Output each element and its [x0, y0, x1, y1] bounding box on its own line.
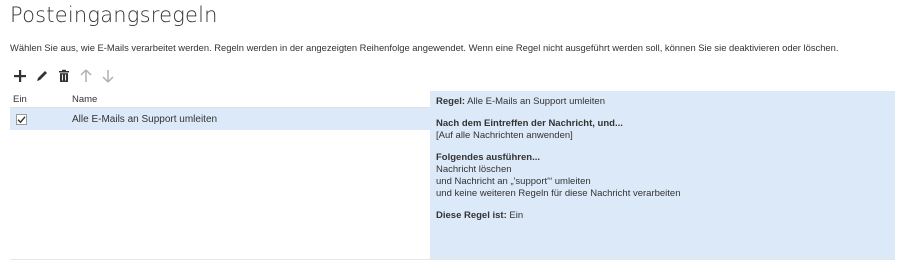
rule-actions: Folgendes ausführen... Nachricht löschen… [436, 152, 889, 200]
rule-status: Diese Regel ist: Ein [436, 210, 889, 222]
table-header: Ein Name [10, 91, 430, 108]
rules-table: Ein Name Alle E-Mails an Support umleite… [10, 91, 430, 130]
rule-enabled-cell [10, 113, 72, 125]
status-value: Ein [506, 210, 524, 221]
rule-enabled-checkbox[interactable] [16, 113, 27, 125]
delete-rule-button[interactable] [54, 67, 74, 85]
actions-heading: Folgendes ausführen... [436, 152, 540, 163]
page-title: Posteingangsregeln [10, 3, 218, 27]
move-up-button[interactable] [76, 67, 96, 85]
rule-condition: Nach dem Eintreffen der Nachricht, und..… [436, 118, 889, 142]
page-description: Wählen Sie aus, wie E-Mails verarbeitet … [10, 42, 839, 53]
bottom-divider [10, 259, 895, 260]
condition-text: [Auf alle Nachrichten anwenden] [436, 130, 573, 141]
action-item: und Nachricht an „'support'“ umleiten [436, 176, 591, 187]
rule-name-cell: Alle E-Mails an Support umleiten [72, 113, 218, 125]
action-item: und keine weiteren Regeln für diese Nach… [436, 188, 681, 199]
status-label: Diese Regel ist: [436, 210, 507, 221]
delete-trash-icon [59, 69, 69, 82]
action-item: Nachricht löschen [436, 164, 512, 175]
rule-details-panel: Regel: Alle E-Mails an Support umleiten … [430, 91, 895, 259]
rule-label: Regel: [436, 96, 466, 107]
edit-rule-button[interactable] [32, 67, 52, 85]
add-icon [14, 70, 26, 82]
column-header-name[interactable]: Name [72, 94, 97, 105]
add-rule-button[interactable] [10, 67, 30, 85]
move-down-arrow-icon [102, 70, 114, 83]
move-down-button[interactable] [98, 67, 118, 85]
rule-name: Alle E-Mails an Support umleiten [465, 96, 605, 107]
column-header-ein[interactable]: Ein [10, 94, 72, 105]
move-up-arrow-icon [80, 69, 92, 82]
rules-toolbar [10, 67, 120, 85]
rule-summary: Regel: Alle E-Mails an Support umleiten [436, 96, 889, 108]
condition-heading: Nach dem Eintreffen der Nachricht, und..… [436, 118, 623, 129]
checkmark-icon [17, 115, 26, 123]
edit-pencil-icon [37, 71, 47, 81]
table-row[interactable]: Alle E-Mails an Support umleiten [10, 108, 430, 130]
